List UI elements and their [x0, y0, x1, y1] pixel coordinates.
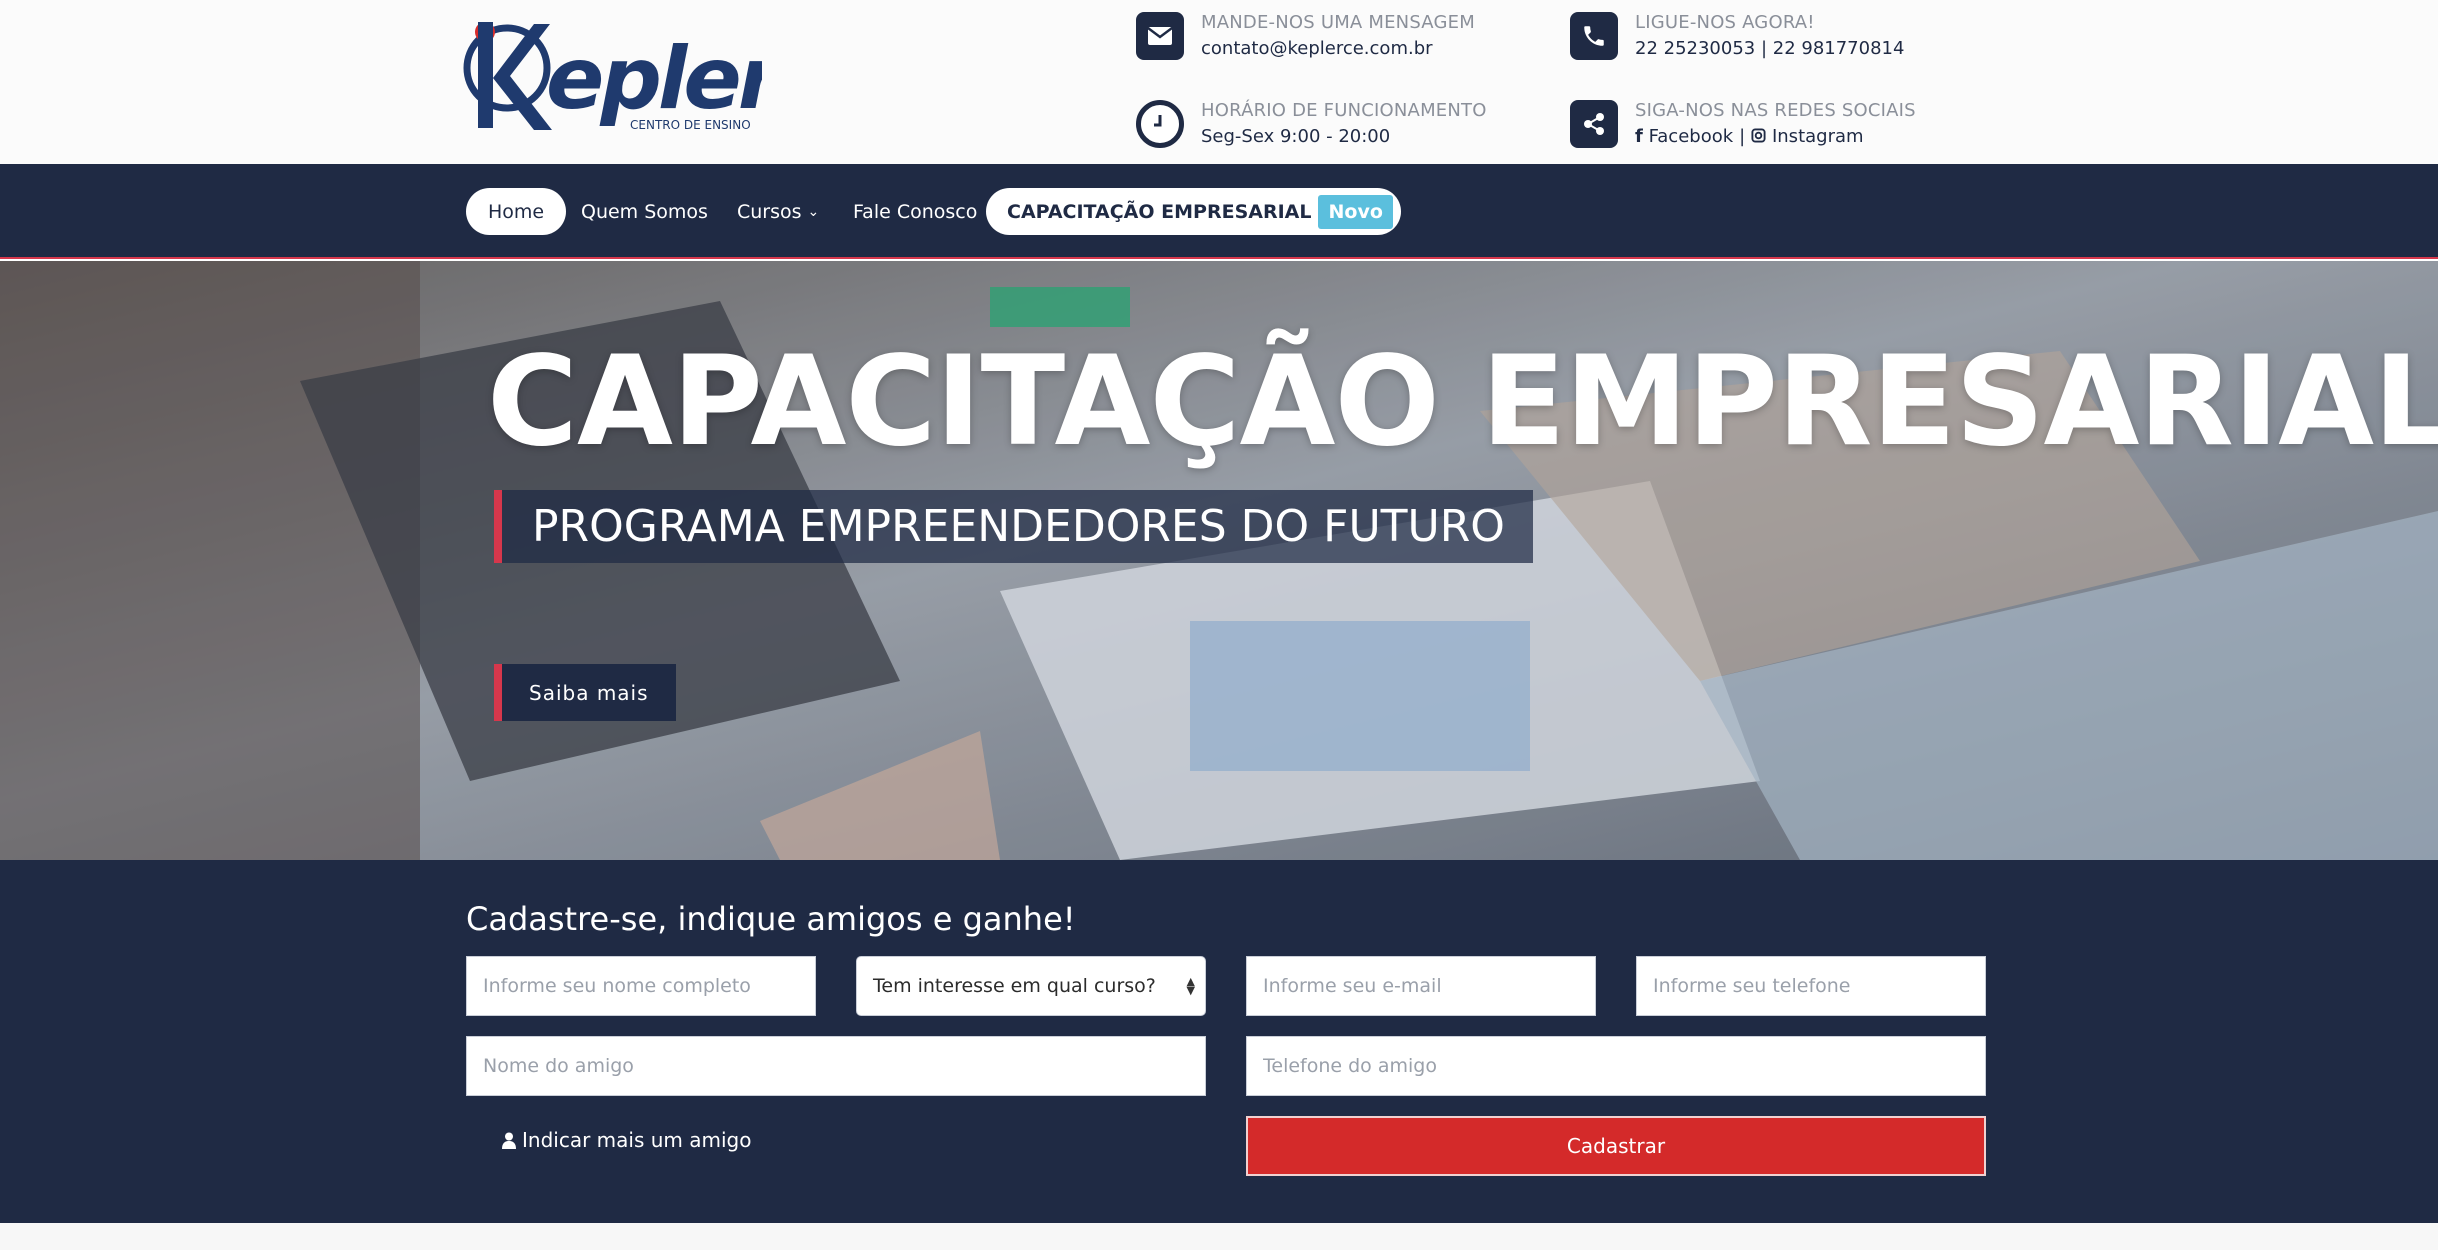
envelope-icon — [1136, 12, 1184, 60]
nav-courses[interactable]: Cursos ⌄ — [737, 188, 819, 235]
share-icon — [1570, 100, 1618, 148]
nav-about[interactable]: Quem Somos — [581, 188, 708, 235]
facebook-icon: f — [1635, 126, 1643, 147]
hero-subtitle: PROGRAMA EMPREENDEDORES DO FUTURO — [494, 490, 1533, 563]
contact-phone: LIGUE-NOS AGORA! 22 25230053 | 22 981770… — [1570, 10, 1904, 62]
email-input[interactable] — [1263, 975, 1579, 997]
friend-phone-input[interactable] — [1263, 1055, 1969, 1077]
select-arrows-icon: ▲ ▼ — [1186, 975, 1195, 997]
hero-title: CAPACITAÇÃO EMPRESARIAL — [487, 330, 2438, 474]
submit-button[interactable]: Cadastrar — [1246, 1116, 1986, 1176]
contact-hours-value: Seg-Sex 9:00 - 20:00 — [1201, 126, 1391, 147]
course-select[interactable]: Tem interesse em qual curso? ▲ ▼ — [856, 956, 1206, 1016]
phone-icon — [1570, 12, 1618, 60]
full-name-input[interactable] — [483, 975, 799, 997]
facebook-link[interactable]: f Facebook — [1635, 126, 1733, 147]
phone-input[interactable] — [1653, 975, 1969, 997]
instagram-label: Instagram — [1771, 126, 1864, 147]
contact-social: SIGA-NOS NAS REDES SOCIAIS f Facebook | I… — [1570, 98, 1916, 150]
facebook-label: Facebook — [1648, 126, 1734, 147]
logo-tagline: CENTRO DE ENSINO — [630, 118, 751, 132]
nav-home[interactable]: Home — [466, 188, 567, 235]
clock-icon — [1136, 100, 1184, 148]
add-friend-label: Indicar mais um amigo — [522, 1128, 752, 1152]
instagram-icon — [1751, 128, 1766, 143]
email-field[interactable] — [1246, 956, 1596, 1016]
social-links: f Facebook | Instagram — [1635, 124, 1916, 150]
contact-phone-label: LIGUE-NOS AGORA! — [1635, 12, 1815, 33]
contact-hours: HORÁRIO DE FUNCIONAMENTO Seg-Sex 9:00 - … — [1136, 98, 1487, 150]
friend-name-input[interactable] — [483, 1055, 1189, 1077]
contact-phone-numbers[interactable]: 22 25230053 | 22 981770814 — [1635, 36, 1904, 62]
signup-title: Cadastre-se, indique amigos e ganhe! — [466, 900, 1076, 938]
learn-more-button[interactable]: Saiba mais — [494, 664, 676, 721]
kepler-logo[interactable]: epler CENTRO DE ENSINO — [462, 10, 762, 135]
friend-phone-field[interactable] — [1246, 1036, 1986, 1096]
friend-name-field[interactable] — [466, 1036, 1206, 1096]
social-separator: | — [1739, 126, 1746, 147]
nav-business-label: CAPACITAÇÃO EMPRESARIAL — [1007, 200, 1312, 223]
course-select-value: Tem interesse em qual curso? — [873, 975, 1156, 997]
phone-field[interactable] — [1636, 956, 1986, 1016]
contact-message-label: MANDE-NOS UMA MENSAGEM — [1201, 12, 1475, 33]
main-nav: Home Quem Somos Cursos ⌄ Fale Conosco CA… — [0, 164, 2438, 259]
chevron-down-icon: ⌄ — [807, 203, 820, 220]
svg-text:epler: epler — [546, 29, 762, 129]
add-friend-button[interactable]: Indicar mais um amigo — [502, 1128, 751, 1152]
contact-email[interactable]: contato@keplerce.com.br — [1201, 36, 1475, 62]
contact-hours-label: HORÁRIO DE FUNCIONAMENTO — [1201, 100, 1487, 121]
user-icon — [502, 1132, 516, 1149]
page-footer-strip — [0, 1223, 2438, 1250]
nav-business-training[interactable]: CAPACITAÇÃO EMPRESARIAL Novo — [986, 188, 1401, 235]
new-badge: Novo — [1318, 194, 1393, 229]
contact-message: MANDE-NOS UMA MENSAGEM contato@keplerce.… — [1136, 10, 1475, 62]
signup-section — [0, 860, 2438, 1223]
full-name-field[interactable] — [466, 956, 816, 1016]
nav-courses-label: Cursos — [737, 200, 802, 223]
contact-social-label: SIGA-NOS NAS REDES SOCIAIS — [1635, 100, 1916, 121]
instagram-link[interactable]: Instagram — [1751, 126, 1864, 147]
nav-contact[interactable]: Fale Conosco — [853, 188, 977, 235]
top-header: epler CENTRO DE ENSINO MANDE-NOS UMA MEN… — [0, 0, 2438, 164]
